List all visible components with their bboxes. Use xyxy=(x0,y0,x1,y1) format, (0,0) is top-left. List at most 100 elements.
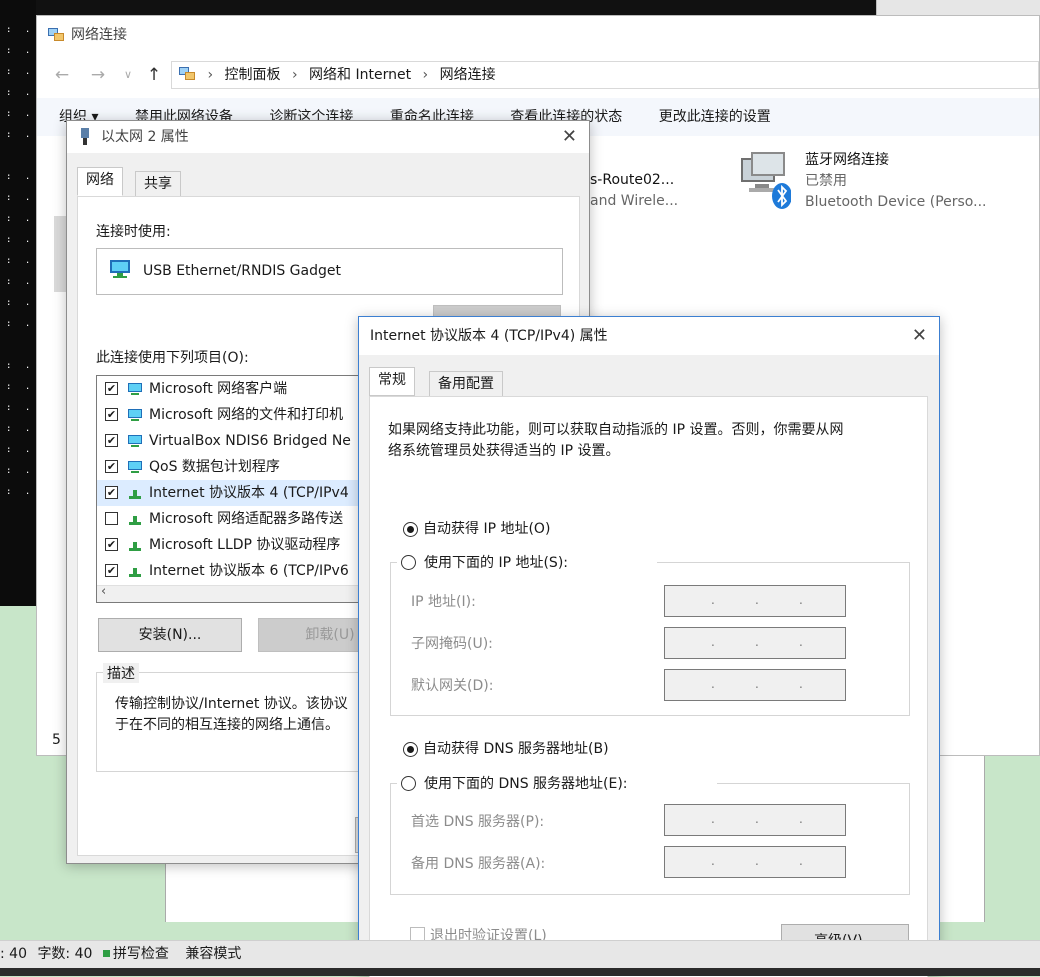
alternate-dns-label: 备用 DNS 服务器(A): xyxy=(411,856,546,872)
client-icon xyxy=(128,383,142,395)
network-adapter-icon xyxy=(110,260,130,278)
checkbox[interactable]: ✔ xyxy=(105,460,118,473)
ip-address-field[interactable]: ... xyxy=(664,585,846,617)
service-icon xyxy=(128,435,142,447)
gateway-label: 默认网关(D): xyxy=(411,678,494,694)
protocol-icon xyxy=(129,542,141,551)
protocol-icon xyxy=(129,516,141,525)
checkbox[interactable]: ✔ xyxy=(105,382,118,395)
manual-ip-option[interactable]: 使用下面的 IP 地址(S): xyxy=(397,551,657,573)
tab-alternate-config[interactable]: 备用配置 xyxy=(429,371,503,397)
service-icon xyxy=(128,461,142,473)
ip-address-label: IP 地址(I): xyxy=(411,594,476,610)
bluetooth-adapter-status: 已禁用 xyxy=(805,173,847,189)
dialog-titlebar: 以太网 2 属性 ✕ xyxy=(67,121,589,153)
address-bar-row: ← → ∨ ↑ › 控制面板 › 网络和 Internet › 网络连接 xyxy=(37,60,1039,92)
description-title: 描述 xyxy=(103,663,139,683)
breadcrumb-chevron-icon: › xyxy=(291,67,298,83)
list-item-label: VirtualBox NDIS6 Bridged Ne xyxy=(149,433,351,449)
items-label: 此连接使用下列项目(O): xyxy=(96,350,249,366)
recent-dropdown-icon[interactable]: ∨ xyxy=(117,60,139,90)
address-bar[interactable]: › 控制面板 › 网络和 Internet › 网络连接 xyxy=(171,61,1039,89)
list-item-label: Microsoft LLDP 协议驱动程序 xyxy=(149,537,341,553)
tab-network[interactable]: 网络 xyxy=(77,167,123,196)
checkbox[interactable]: ✔ xyxy=(105,486,118,499)
list-item-label: Microsoft 网络客户端 xyxy=(149,381,288,397)
protocol-icon xyxy=(129,568,141,577)
device-name: USB Ethernet/RNDIS Gadget xyxy=(143,263,341,279)
checkbox[interactable] xyxy=(105,512,118,525)
network-folder-icon xyxy=(48,28,64,41)
preferred-dns-field[interactable]: ... xyxy=(664,804,846,836)
gateway-field[interactable]: ... xyxy=(664,669,846,701)
adapter-device: and Wirele... xyxy=(590,193,679,209)
up-arrow-icon[interactable]: ↑ xyxy=(143,60,165,90)
auto-dns-radio[interactable] xyxy=(403,742,418,757)
intro-text: 络系统管理员处获得适当的 IP 设置。 xyxy=(388,443,620,459)
compat-mode: 兼容模式 xyxy=(185,946,242,962)
window-title: 网络连接 xyxy=(71,27,127,43)
list-item-label: Microsoft 网络适配器多路传送 xyxy=(149,511,344,527)
wifi-adapter-item[interactable]: s-Route02... and Wirele... xyxy=(590,170,678,212)
bluetooth-network-icon xyxy=(741,152,791,209)
breadcrumb-network-connections[interactable]: 网络连接 xyxy=(440,67,496,83)
breadcrumb-network-internet[interactable]: 网络和 Internet xyxy=(309,67,411,83)
close-icon[interactable]: ✕ xyxy=(562,121,577,153)
list-item-label: Microsoft 网络的文件和打印机 xyxy=(149,407,344,423)
manual-dns-option[interactable]: 使用下面的 DNS 服务器地址(E): xyxy=(397,772,717,794)
tab-sharing[interactable]: 共享 xyxy=(135,171,181,197)
breadcrumb-chevron-icon: › xyxy=(422,67,429,83)
item-count-fragment: 5 xyxy=(52,732,61,748)
dialog-title: Internet 协议版本 4 (TCP/IPv4) 属性 xyxy=(370,328,608,344)
manual-ip-label[interactable]: 使用下面的 IP 地址(S): xyxy=(424,552,568,572)
alternate-dns-field[interactable]: ... xyxy=(664,846,846,878)
connect-using-label: 连接时使用: xyxy=(96,224,171,240)
dialog-titlebar: Internet 协议版本 4 (TCP/IPv4) 属性 ✕ xyxy=(359,317,939,355)
general-tab-panel: 如果网络支持此功能，则可以获取自动指派的 IP 设置。否则，你需要从网 络系统管… xyxy=(369,396,928,977)
ip-address-group: 使用下面的 IP 地址(S): IP 地址(I): ... 子网掩码(U): .… xyxy=(390,551,910,716)
tab-general[interactable]: 常规 xyxy=(369,367,415,396)
bluetooth-adapter-item[interactable]: 蓝牙网络连接 已禁用 Bluetooth Device (Perso... xyxy=(739,150,1039,214)
auto-dns-label[interactable]: 自动获得 DNS 服务器地址(B) xyxy=(423,738,609,758)
protocol-icon xyxy=(129,490,141,499)
control-panel-icon xyxy=(179,67,195,80)
scroll-left-icon[interactable]: ‹ xyxy=(101,584,106,599)
bluetooth-adapter-device: Bluetooth Device (Perso... xyxy=(805,194,987,210)
spellcheck-label: 拼写检查 xyxy=(112,946,169,962)
checkbox[interactable]: ✔ xyxy=(105,538,118,551)
dns-group: 使用下面的 DNS 服务器地址(E): 首选 DNS 服务器(P): ... 备… xyxy=(390,772,910,895)
service-icon xyxy=(128,409,142,421)
window-titlebar: 网络连接 xyxy=(37,16,1039,54)
ipv4-properties-dialog: Internet 协议版本 4 (TCP/IPv4) 属性 ✕ 常规 备用配置 … xyxy=(358,316,940,977)
forward-arrow-icon[interactable]: → xyxy=(87,60,109,90)
manual-dns-radio[interactable] xyxy=(401,776,416,791)
auto-ip-radio[interactable] xyxy=(403,522,418,537)
list-item-label: Internet 协议版本 6 (TCP/IPv6 xyxy=(149,563,349,579)
auto-ip-label[interactable]: 自动获得 IP 地址(O) xyxy=(423,518,550,538)
editor-statusbar: : 40 字数: 40 拼写检查 兼容模式 xyxy=(0,940,1040,968)
change-settings-button[interactable]: 更改此连接的设置 xyxy=(659,109,771,125)
taskbar-edge xyxy=(0,968,1040,976)
list-item-label: QoS 数据包计划程序 xyxy=(149,459,280,475)
checkbox[interactable]: ✔ xyxy=(105,408,118,421)
checkbox[interactable]: ✔ xyxy=(105,434,118,447)
spellcheck-item[interactable]: 拼写检查 xyxy=(102,946,175,962)
adapter-name: s-Route02... xyxy=(590,172,675,188)
background-toolbar xyxy=(876,0,1040,15)
install-button[interactable]: 安装(N)... xyxy=(98,618,242,652)
breadcrumb-control-panel[interactable]: 控制面板 xyxy=(225,67,281,83)
description-text: 传输控制协议/Internet 协议。该协议 xyxy=(115,696,348,712)
preferred-dns-label: 首选 DNS 服务器(P): xyxy=(411,814,545,830)
manual-ip-radio[interactable] xyxy=(401,555,416,570)
background-window-edge xyxy=(36,0,876,15)
line-count: : 40 xyxy=(0,946,27,962)
word-count[interactable]: 字数: 40 xyxy=(37,946,92,962)
manual-dns-label[interactable]: 使用下面的 DNS 服务器地址(E): xyxy=(424,773,628,793)
close-icon[interactable]: ✕ xyxy=(912,317,927,355)
ethernet-plug-icon xyxy=(81,128,89,145)
back-arrow-icon[interactable]: ← xyxy=(51,60,73,90)
checkbox[interactable]: ✔ xyxy=(105,564,118,577)
spellcheck-icon xyxy=(102,950,110,957)
intro-text: 如果网络支持此功能，则可以获取自动指派的 IP 设置。否则，你需要从网 xyxy=(388,422,844,438)
subnet-mask-field[interactable]: ... xyxy=(664,627,846,659)
